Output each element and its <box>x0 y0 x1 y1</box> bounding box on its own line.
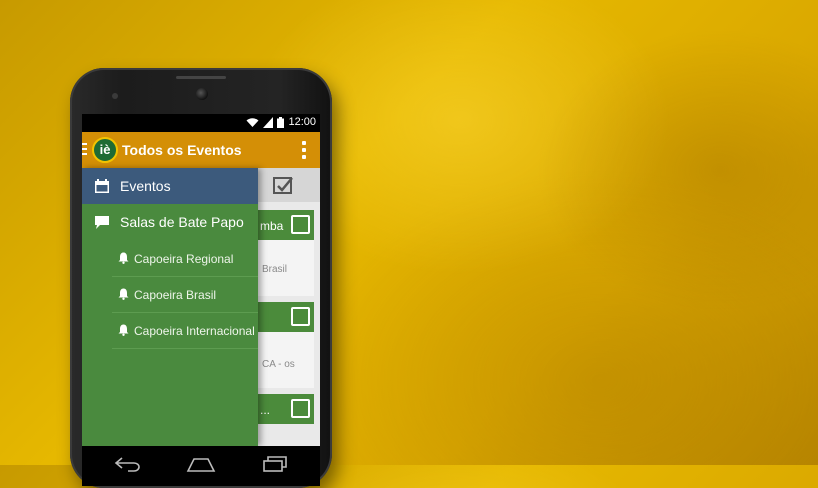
bell-icon <box>118 252 129 264</box>
event-card-header[interactable]: ... <box>258 394 314 424</box>
recent-apps-icon[interactable] <box>262 456 288 472</box>
drawer-item-salas[interactable]: Salas de Bate Papo <box>82 204 258 240</box>
event-checkbox[interactable] <box>291 215 310 234</box>
drawer-item-eventos[interactable]: Eventos <box>82 168 258 204</box>
calendar-icon <box>95 179 109 193</box>
chat-room-label: Capoeira Regional <box>134 252 234 266</box>
navigation-drawer: Eventos Salas de Bate Papo Capoeira Regi… <box>82 168 258 446</box>
event-card-title: mba <box>260 219 284 233</box>
drawer-toggle-icon[interactable] <box>82 143 87 157</box>
chat-bubble-icon <box>95 216 109 229</box>
event-checkbox[interactable] <box>291 399 310 418</box>
system-navigation-bar <box>82 446 320 486</box>
overflow-menu-icon[interactable] <box>302 141 306 159</box>
earpiece-speaker <box>176 76 226 79</box>
bell-icon <box>118 288 129 300</box>
signal-icon <box>263 116 274 128</box>
chat-room-item[interactable]: Capoeira Brasil <box>112 276 258 313</box>
event-card-body[interactable]: CA - os <box>258 332 314 388</box>
chat-room-item[interactable]: Capoeira Internacional <box>112 312 258 349</box>
app-logo[interactable]: iè <box>92 137 118 163</box>
back-icon[interactable] <box>114 456 140 472</box>
drawer-item-label: Eventos <box>120 178 171 194</box>
app-bar: iè Todos os Eventos <box>82 132 320 168</box>
proximity-sensor <box>112 93 118 99</box>
battery-icon <box>277 116 285 128</box>
wifi-icon <box>246 117 259 127</box>
chat-room-label: Capoeira Brasil <box>134 288 217 302</box>
chat-room-label: Capoeira Internacional <box>134 324 255 338</box>
status-bar: 12:00 <box>82 114 320 132</box>
phone-screen: 12:00 iè Todos os Eventos mba Brasil CA … <box>82 114 320 446</box>
home-icon[interactable] <box>186 456 216 472</box>
event-card-body[interactable]: Brasil <box>258 240 314 296</box>
event-card-header[interactable]: mba <box>258 210 314 240</box>
phone-frame: 12:00 iè Todos os Eventos mba Brasil CA … <box>70 68 332 488</box>
event-card-title: ... <box>260 403 271 417</box>
front-camera <box>196 88 208 100</box>
chat-room-item[interactable]: Capoeira Regional <box>112 240 258 277</box>
drawer-item-label: Salas de Bate Papo <box>120 214 244 230</box>
bell-icon <box>118 324 129 336</box>
event-card-text: CA - os <box>262 359 295 370</box>
event-card-header[interactable] <box>258 302 314 332</box>
event-checkbox[interactable] <box>291 307 310 326</box>
app-title: Todos os Eventos <box>122 142 242 158</box>
event-card-text: Brasil <box>262 264 288 275</box>
calendar-check-icon[interactable] <box>272 174 294 196</box>
status-time: 12:00 <box>288 116 316 128</box>
